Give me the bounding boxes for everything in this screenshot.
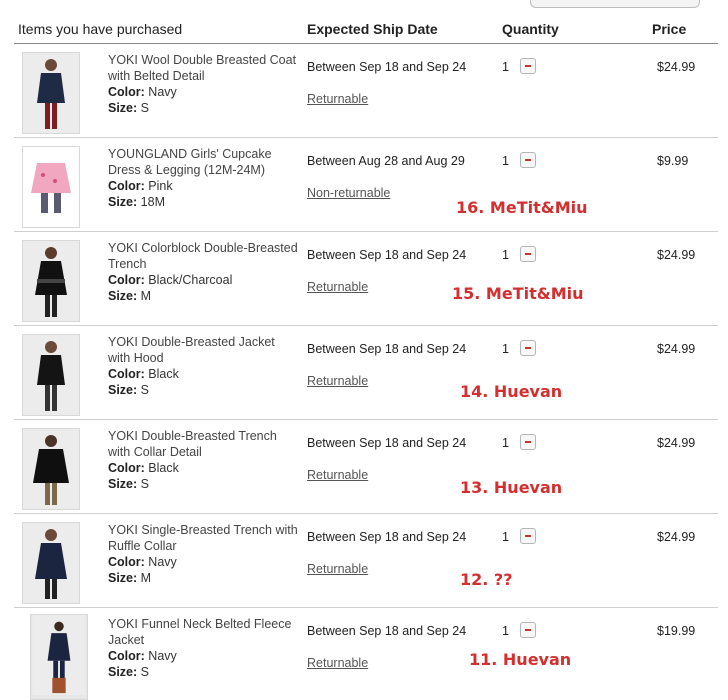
- product-size: Size: 18M: [108, 195, 165, 209]
- table-row: YOKI Double-Breasted Trench with Collar …: [14, 420, 718, 514]
- product-color: Color: Black: [108, 367, 179, 381]
- product-color: Color: Black: [108, 461, 179, 475]
- ship-date: Between Sep 18 and Sep 24: [307, 436, 467, 450]
- ship-date: Between Aug 28 and Aug 29: [307, 154, 465, 168]
- product-color: Color: Navy: [108, 85, 177, 99]
- quantity-value: 1: [502, 60, 509, 74]
- handwritten-annotation: 11. Huevan: [469, 650, 572, 669]
- product-image[interactable]: [22, 522, 80, 604]
- decrease-quantity-button[interactable]: [520, 246, 536, 262]
- handwritten-annotation: 15. MeTit&Miu: [452, 284, 584, 303]
- product-image[interactable]: [22, 146, 80, 228]
- product-name[interactable]: YOKI Double-Breasted Trench with Collar …: [108, 428, 298, 460]
- product-name[interactable]: YOKI Double-Breasted Jacket with Hood: [108, 334, 298, 366]
- product-image[interactable]: [22, 334, 80, 416]
- quantity-value: 1: [502, 530, 509, 544]
- decrease-quantity-button[interactable]: [520, 528, 536, 544]
- return-policy-link[interactable]: Returnable: [307, 562, 368, 576]
- return-policy-link[interactable]: Returnable: [307, 92, 368, 106]
- product-size: Size: S: [108, 383, 150, 397]
- item-price: $24.99: [657, 530, 696, 544]
- product-color: Color: Pink: [108, 179, 173, 193]
- ship-date: Between Sep 18 and Sep 24: [307, 624, 467, 638]
- ship-date: Between Sep 18 and Sep 24: [307, 248, 467, 262]
- handwritten-annotation: 12. ??: [460, 570, 513, 589]
- decrease-quantity-button[interactable]: [520, 152, 536, 168]
- product-image[interactable]: [22, 240, 80, 322]
- table-row: YOUNGLAND Girls' Cupcake Dress & Legging…: [14, 138, 718, 232]
- return-policy-link[interactable]: Non-returnable: [307, 186, 390, 200]
- item-price: $19.99: [657, 624, 696, 638]
- minus-icon: [525, 441, 531, 443]
- product-size: Size: S: [108, 665, 150, 679]
- product-color: Color: Navy: [108, 649, 177, 663]
- table-row: YOKI Double-Breasted Jacket with Hood Co…: [14, 326, 718, 420]
- ship-date: Between Sep 18 and Sep 24: [307, 530, 467, 544]
- product-size: Size: M: [108, 289, 152, 303]
- decrease-quantity-button[interactable]: [520, 434, 536, 450]
- product-image[interactable]: [22, 52, 80, 134]
- quantity-value: 1: [502, 154, 509, 168]
- decrease-quantity-button[interactable]: [520, 340, 536, 356]
- minus-icon: [525, 629, 531, 631]
- minus-icon: [525, 253, 531, 255]
- decrease-quantity-button[interactable]: [520, 58, 536, 74]
- handwritten-annotation: 14. Huevan: [460, 382, 563, 401]
- header-items: Items you have purchased: [18, 21, 183, 37]
- product-size: Size: S: [108, 101, 150, 115]
- item-price: $24.99: [657, 60, 696, 74]
- decrease-quantity-button[interactable]: [520, 622, 536, 638]
- product-name[interactable]: YOUNGLAND Girls' Cupcake Dress & Legging…: [108, 146, 298, 178]
- table-row: YOKI Single-Breasted Trench with Ruffle …: [14, 514, 718, 608]
- header-quantity: Quantity: [502, 21, 559, 37]
- ship-date: Between Sep 18 and Sep 24: [307, 342, 467, 356]
- quantity-value: 1: [502, 624, 509, 638]
- quantity-value: 1: [502, 342, 509, 356]
- header-ship-date: Expected Ship Date: [307, 21, 438, 37]
- table-row: YOKI Wool Double Breasted Coat with Belt…: [14, 44, 718, 138]
- return-policy-link[interactable]: Returnable: [307, 468, 368, 482]
- product-image[interactable]: [22, 428, 80, 510]
- item-price: $24.99: [657, 436, 696, 450]
- header-price: Price: [652, 21, 687, 37]
- minus-icon: [525, 535, 531, 537]
- quantity-value: 1: [502, 436, 509, 450]
- return-policy-link[interactable]: Returnable: [307, 280, 368, 294]
- table-header: Items you have purchased Expected Ship D…: [0, 0, 728, 44]
- product-name[interactable]: YOKI Colorblock Double-Breasted Trench: [108, 240, 298, 272]
- product-size: Size: M: [108, 571, 152, 585]
- product-name[interactable]: YOKI Funnel Neck Belted Fleece Jacket: [108, 616, 298, 648]
- product-image[interactable]: [30, 614, 88, 700]
- table-row: YOKI Colorblock Double-Breasted Trench C…: [14, 232, 718, 326]
- table-row: YOKI Funnel Neck Belted Fleece Jacket Co…: [14, 608, 718, 700]
- product-name[interactable]: YOKI Single-Breasted Trench with Ruffle …: [108, 522, 298, 554]
- product-color: Color: Navy: [108, 555, 177, 569]
- item-price: $9.99: [657, 154, 689, 168]
- product-size: Size: S: [108, 477, 150, 491]
- minus-icon: [525, 159, 531, 161]
- product-color: Color: Black/Charcoal: [108, 273, 233, 287]
- handwritten-annotation: 16. MeTit&Miu: [456, 198, 588, 217]
- minus-icon: [525, 347, 531, 349]
- minus-icon: [525, 65, 531, 67]
- product-name[interactable]: YOKI Wool Double Breasted Coat with Belt…: [108, 52, 298, 84]
- return-policy-link[interactable]: Returnable: [307, 374, 368, 388]
- item-price: $24.99: [657, 342, 696, 356]
- ship-date: Between Sep 18 and Sep 24: [307, 60, 467, 74]
- quantity-value: 1: [502, 248, 509, 262]
- item-price: $24.99: [657, 248, 696, 262]
- handwritten-annotation: 13. Huevan: [460, 478, 563, 497]
- return-policy-link[interactable]: Returnable: [307, 656, 368, 670]
